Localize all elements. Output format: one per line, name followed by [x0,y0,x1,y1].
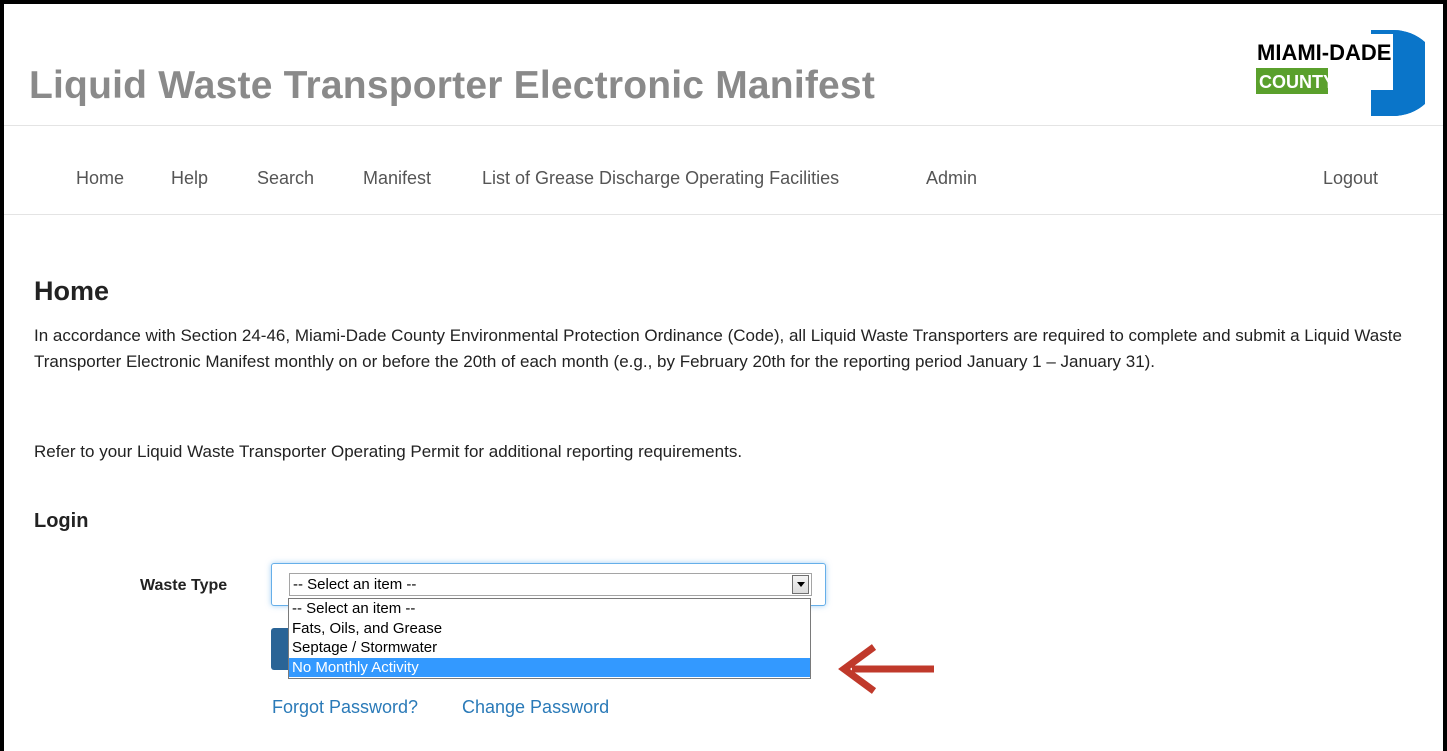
waste-type-dropdown-list: -- Select an item -- Fats, Oils, and Gre… [288,598,811,679]
top-nav: Home Help Search Manifest List of Grease… [4,127,1443,215]
waste-type-selected-value: -- Select an item -- [293,576,417,593]
logo-text-bottom: COUNTY [1259,72,1335,92]
change-password-link[interactable]: Change Password [462,697,609,718]
miami-dade-county-logo: MIAMI-DADE COUNTY [1253,30,1425,116]
nav-grease-facilities[interactable]: List of Grease Discharge Operating Facil… [482,168,839,189]
permit-note: Refer to your Liquid Waste Transporter O… [34,442,743,461]
app-title: Liquid Waste Transporter Electronic Mani… [29,64,876,107]
annotation-arrow-icon [838,644,934,694]
dropdown-option[interactable]: Septage / Stormwater [289,638,810,657]
forgot-password-link[interactable]: Forgot Password? [272,697,418,718]
nav-manifest[interactable]: Manifest [363,168,431,189]
dropdown-option-highlighted[interactable]: No Monthly Activity [289,658,810,677]
nav-home[interactable]: Home [76,168,124,189]
dropdown-option[interactable]: Fats, Oils, and Grease [289,619,810,638]
nav-admin[interactable]: Admin [926,168,977,189]
waste-type-label: Waste Type [140,577,228,594]
nav-help[interactable]: Help [171,168,208,189]
chevron-down-icon[interactable] [792,575,809,594]
page-title: Home [34,276,110,306]
logo-text-top: MIAMI-DADE [1257,40,1391,65]
nav-search[interactable]: Search [257,168,314,189]
dropdown-option[interactable]: -- Select an item -- [289,599,810,618]
intro-paragraph: In accordance with Section 24-46, Miami-… [34,326,1402,371]
login-heading: Login [34,510,89,532]
waste-type-select-box[interactable]: -- Select an item -- [289,573,812,596]
nav-logout[interactable]: Logout [1323,168,1378,189]
